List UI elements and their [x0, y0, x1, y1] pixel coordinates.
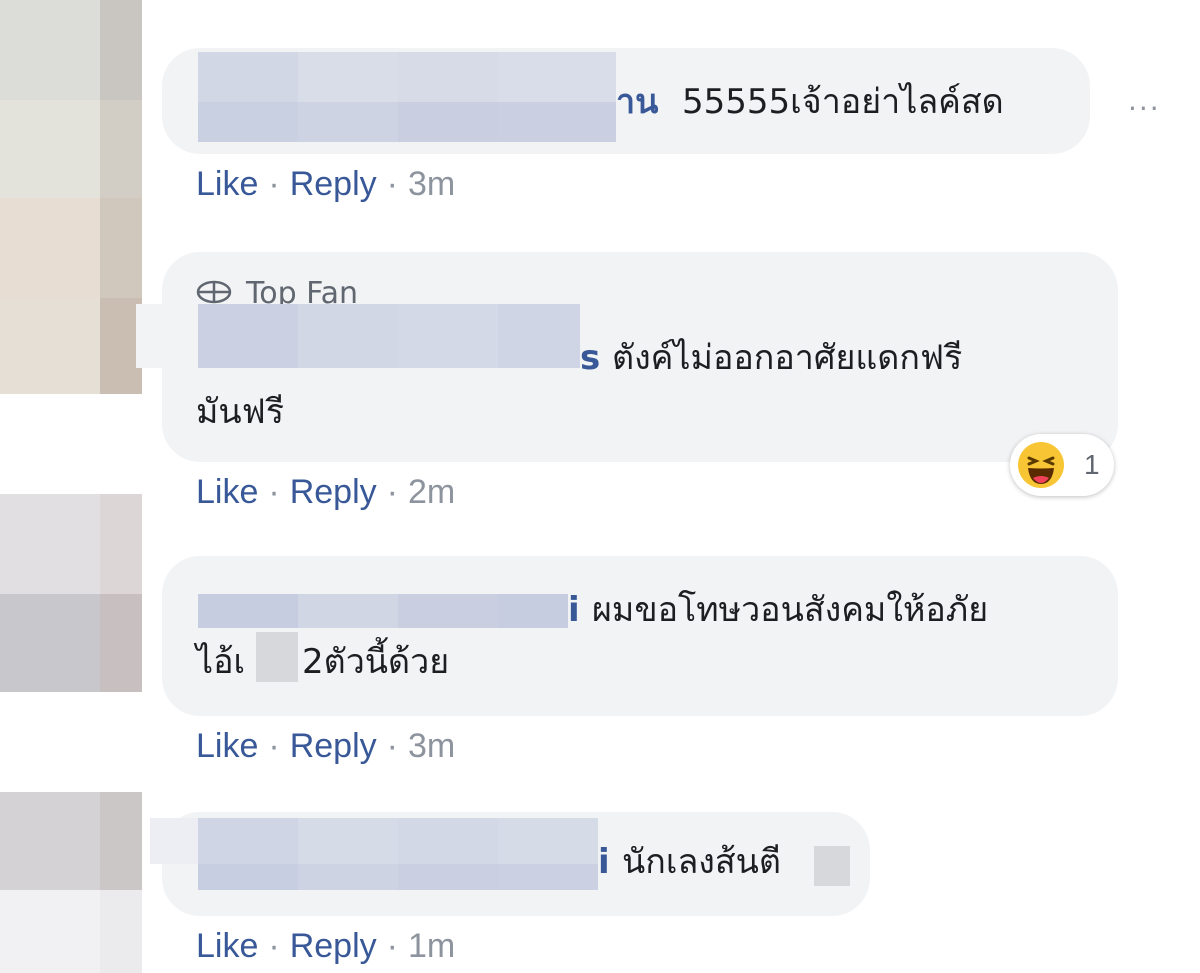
separator: · — [268, 927, 280, 965]
separator: · — [386, 927, 398, 965]
reaction-count: 1 — [1084, 449, 1100, 480]
comment-bubble[interactable] — [162, 556, 1118, 716]
comment-text-line-2: มันฟรี — [196, 392, 284, 432]
timestamp[interactable]: 1m — [408, 927, 455, 965]
comment-actions: Like · Reply · 3m — [196, 726, 455, 766]
separator: · — [268, 165, 280, 203]
like-button[interactable]: Like — [196, 165, 258, 203]
timestamp[interactable]: 2m — [408, 473, 455, 511]
comment-text: นักเลงส้นตี — [622, 842, 781, 882]
separator: · — [386, 473, 398, 511]
comment-actions: Like · Reply · 3m — [196, 164, 455, 204]
reply-button[interactable]: Reply — [290, 727, 377, 765]
separator: · — [268, 473, 280, 511]
reply-button[interactable]: Reply — [290, 473, 377, 511]
author-name[interactable]: s — [580, 336, 600, 380]
comment-text: 55555เจ้าอย่าไลค์สด — [682, 82, 1004, 122]
comment-text-line-2: ไอ้เ — [196, 642, 246, 682]
comment-text-line-2-tail: 2ตัวนี้ด้วย — [302, 642, 450, 682]
comment-actions: Like · Reply · 1m — [196, 926, 455, 966]
more-options-icon[interactable]: ··· — [1128, 92, 1161, 125]
separator: · — [268, 727, 280, 765]
comment-text: ตังค์ไม่ออกอาศัยแดกฟรี — [612, 338, 963, 378]
comment-actions: Like · Reply · 2m — [196, 472, 455, 512]
author-name[interactable]: i — [568, 588, 580, 632]
censored-word — [814, 846, 850, 886]
censored-word — [256, 632, 298, 682]
separator: · — [386, 165, 398, 203]
timestamp[interactable]: 3m — [408, 165, 455, 203]
comment-text: ผมขอโทษวอนสังคมให้อภัย — [592, 590, 989, 630]
like-button[interactable]: Like — [196, 473, 258, 511]
separator: · — [386, 727, 398, 765]
author-name[interactable]: าน — [616, 80, 658, 124]
like-button[interactable]: Like — [196, 927, 258, 965]
timestamp[interactable]: 3m — [408, 727, 455, 765]
haha-emoji-icon — [1016, 440, 1066, 494]
reply-button[interactable]: Reply — [290, 165, 377, 203]
author-name[interactable]: i — [598, 840, 610, 884]
reaction-badge[interactable]: 1 — [1010, 434, 1114, 496]
reply-button[interactable]: Reply — [290, 927, 377, 965]
like-button[interactable]: Like — [196, 727, 258, 765]
